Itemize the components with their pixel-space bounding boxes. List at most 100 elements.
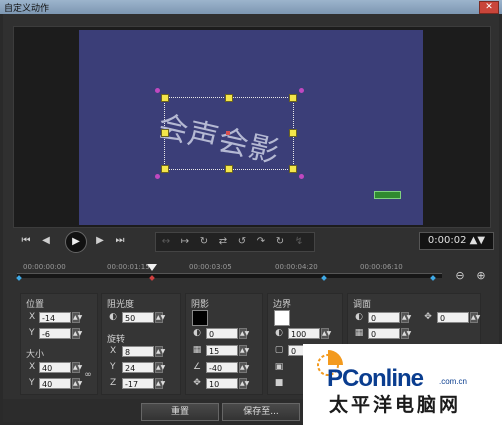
resize-handle-b[interactable] — [225, 165, 233, 173]
resize-handle-tr[interactable] — [289, 94, 297, 102]
border-opacity-icon: ◐ — [275, 328, 283, 338]
size-y-input[interactable]: 40 — [39, 378, 71, 389]
ruler-tick: 00:00:04:20 — [275, 263, 318, 271]
adjust-move-icon: ✥ — [424, 312, 432, 322]
rotation-z-input[interactable]: -17 — [122, 378, 154, 389]
adjust-title: 调面 — [353, 300, 372, 310]
center-point[interactable] — [226, 131, 230, 135]
shadow-angle-icon: ∠ — [192, 362, 202, 372]
position-title: 位置 — [26, 300, 45, 310]
size-y-label: Y — [29, 378, 35, 388]
shadow-color-swatch[interactable] — [192, 310, 208, 326]
adjust-input-1[interactable]: 0 — [368, 312, 400, 323]
adjust-spin-1[interactable]: ▲▼ — [401, 312, 411, 323]
position-y-label: Y — [29, 328, 35, 338]
position-x-spin[interactable]: ▲▼ — [72, 312, 82, 323]
rotation-x-spin[interactable]: ▲▼ — [155, 346, 165, 357]
timeline-track[interactable] — [17, 273, 442, 278]
timecode-display[interactable]: 0:00:02 ▲▼ — [419, 232, 494, 250]
distort-handle-tl[interactable] — [155, 88, 160, 93]
shadow-opacity-input[interactable]: 0 — [206, 328, 238, 339]
resize-handle-br[interactable] — [289, 165, 297, 173]
opacity-input[interactable]: 50 — [122, 312, 154, 323]
rotation-z-label: Z — [110, 378, 117, 388]
size-x-spin[interactable]: ▲▼ — [72, 362, 82, 373]
playback-controls: ⏮ ◀ ▶ ▶ ⏭ ↔ ↦ ↻ ⇄ ↺ ↷ ↻ ↯ — [13, 230, 489, 254]
size-title: 大小 — [26, 350, 45, 360]
ruler-tick: 00:00:03:05 — [189, 263, 232, 271]
border-fill-icon: ■ — [274, 378, 284, 388]
reset-button[interactable]: 重置 — [141, 403, 219, 421]
size-y-spin[interactable]: ▲▼ — [72, 378, 82, 389]
ruler-tick: 00:00:00:00 — [23, 263, 66, 271]
zoom-in-icon[interactable]: ⊕ — [474, 269, 488, 283]
shadow-angle-spin[interactable]: ▲▼ — [239, 362, 249, 373]
adjust-spin-3[interactable]: ▲▼ — [470, 312, 480, 323]
size-x-input[interactable]: 40 — [39, 362, 71, 373]
fit-icon[interactable]: ↯ — [291, 235, 307, 249]
shadow-blur-input[interactable]: 15 — [206, 345, 238, 356]
undo-rotate-icon[interactable]: ↺ — [234, 235, 250, 249]
position-y-input[interactable]: -6 — [39, 328, 71, 339]
border-width-icon: ▢ — [274, 345, 284, 355]
shadow-blur-spin[interactable]: ▲▼ — [239, 345, 249, 356]
rotation-y-spin[interactable]: ▲▼ — [155, 362, 165, 373]
playhead[interactable] — [147, 264, 157, 271]
adjust-spin-2[interactable]: ▲▼ — [401, 328, 411, 339]
shadow-distance-input[interactable]: 10 — [206, 378, 238, 389]
resize-handle-t[interactable] — [225, 94, 233, 102]
shadow-opacity-icon: ◐ — [193, 328, 201, 338]
zoom-out-icon[interactable]: ⊖ — [453, 269, 467, 283]
resize-handle-r[interactable] — [289, 129, 297, 137]
rotation-z-spin[interactable]: ▲▼ — [155, 378, 165, 389]
shadow-distance-spin[interactable]: ▲▼ — [239, 378, 249, 389]
reverse-icon[interactable]: ↻ — [272, 235, 288, 249]
play-button[interactable]: ▶ — [65, 231, 87, 253]
mini-clip-indicator — [374, 191, 401, 199]
watermark-domain: .com.cn — [439, 377, 468, 386]
shadow-panel: 阴影 ◐ 0 ▲▼ ▦ 15 ▲▼ ∠ -40 ▲▼ ✥ 10 ▲▼ — [185, 293, 263, 395]
home-button[interactable]: ⏮ — [19, 234, 33, 248]
opacity-icon: ◐ — [109, 312, 117, 322]
end-button[interactable]: ⏭ — [113, 234, 127, 248]
rotation-y-input[interactable]: 24 — [122, 362, 154, 373]
redo-rotate-icon[interactable]: ↷ — [253, 235, 269, 249]
opacity-spin[interactable]: ▲▼ — [155, 312, 165, 323]
border-title: 边界 — [273, 300, 292, 310]
rotation-x-input[interactable]: 8 — [122, 346, 154, 357]
opacity-title: 阻光度 — [107, 300, 135, 310]
resize-handle-tl[interactable] — [161, 94, 169, 102]
timecode-spin[interactable]: ▲▼ — [470, 235, 485, 246]
shadow-opacity-spin[interactable]: ▲▼ — [239, 328, 249, 339]
border-opacity-input[interactable]: 100 — [288, 328, 320, 339]
position-y-spin[interactable]: ▲▼ — [72, 328, 82, 339]
adjust-input-3[interactable]: 0 — [437, 312, 469, 323]
shadow-angle-input[interactable]: -40 — [206, 362, 238, 373]
shadow-distance-icon: ✥ — [193, 378, 201, 388]
distort-handle-br[interactable] — [299, 174, 304, 179]
adjust-opacity-icon: ◐ — [355, 312, 363, 322]
border-opacity-spin[interactable]: ▲▼ — [321, 328, 331, 339]
add-keyframe-icon[interactable]: ↔ — [158, 235, 174, 249]
save-as-button[interactable]: 保存至... — [222, 403, 300, 421]
move-keyframe-icon[interactable]: ↦ — [177, 235, 193, 249]
link-icon[interactable]: ∞ — [83, 370, 93, 380]
timeline-ruler[interactable]: 00:00:00:00 00:00:01:15 00:00:03:05 00:0… — [13, 259, 443, 281]
adjust-input-2[interactable]: 0 — [368, 328, 400, 339]
resize-handle-bl[interactable] — [161, 165, 169, 173]
rotate-keyframe-icon[interactable]: ↻ — [196, 235, 212, 249]
distort-handle-bl[interactable] — [155, 174, 160, 179]
swap-keyframe-icon[interactable]: ⇄ — [215, 235, 231, 249]
rotation-title: 旋转 — [107, 335, 126, 345]
distort-handle-tr[interactable] — [299, 88, 304, 93]
border-style-icon: ▣ — [274, 362, 284, 372]
border-color-swatch[interactable] — [274, 310, 290, 326]
adjust-blur-icon: ▦ — [354, 328, 364, 338]
resize-handle-l[interactable] — [161, 129, 169, 137]
close-button[interactable]: ✕ — [479, 1, 499, 14]
position-x-input[interactable]: -14 — [39, 312, 71, 323]
watermark: PConline .com.cn 太平洋电脑网 — [303, 344, 502, 425]
prev-frame-button[interactable]: ◀ — [39, 234, 53, 248]
timecode-value: 0:00:02 — [427, 235, 467, 246]
next-frame-button[interactable]: ▶ — [93, 234, 107, 248]
